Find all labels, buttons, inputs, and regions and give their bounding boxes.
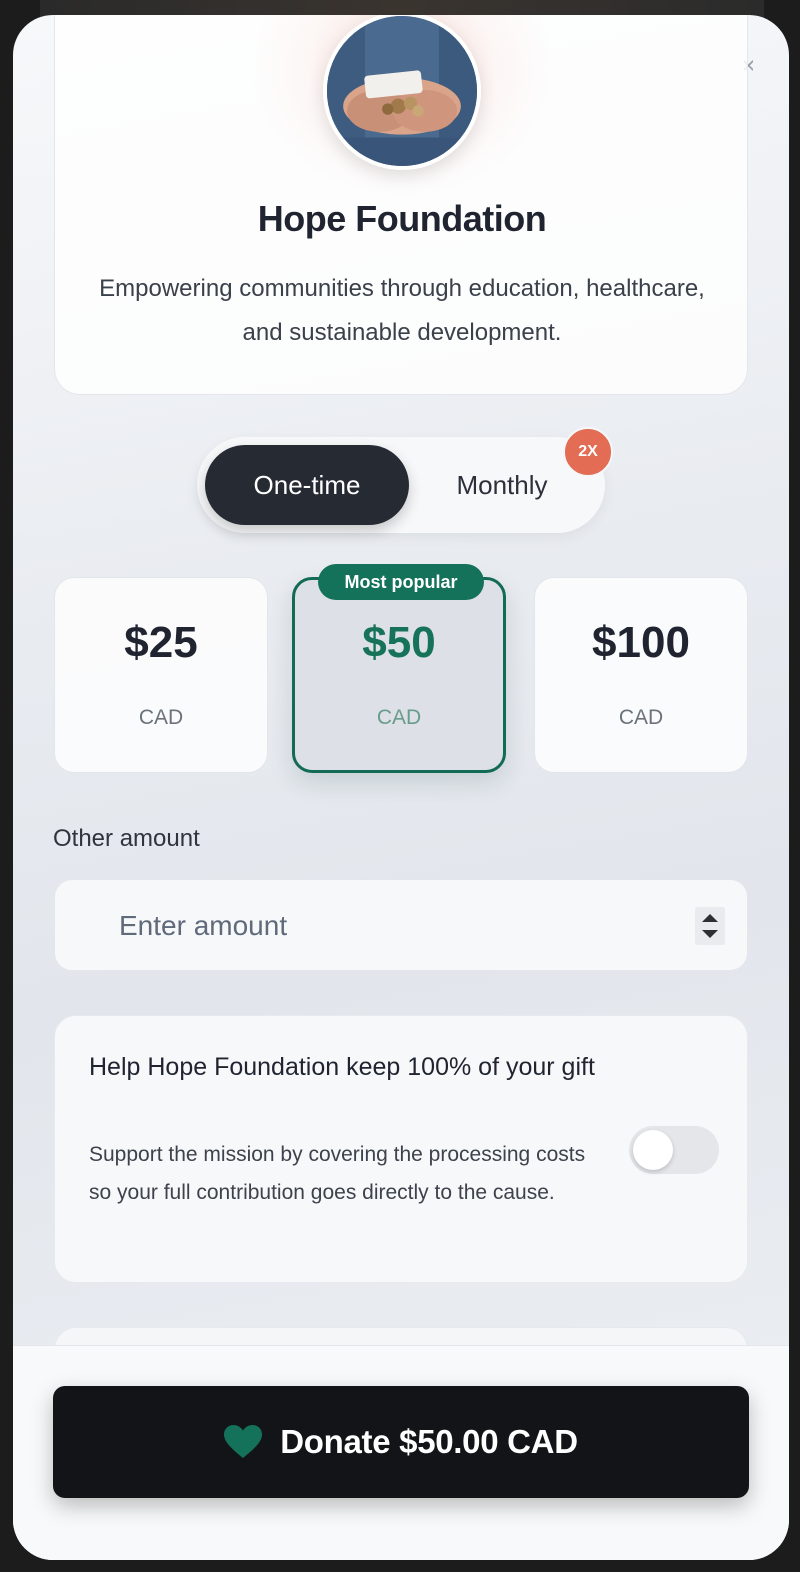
organization-avatar (323, 15, 481, 170)
other-amount-input[interactable] (119, 900, 679, 952)
amount-value: $100 (592, 618, 690, 667)
heart-icon (224, 1425, 263, 1458)
tab-one-time[interactable]: One-time (205, 445, 409, 525)
donation-modal: ✕ Hope Foundation Empowering communities… (13, 15, 789, 1560)
amount-currency: CAD (138, 706, 184, 729)
donate-footer: Donate $50.00 CAD (13, 1345, 789, 1560)
amount-value: $25 (124, 618, 198, 667)
stepper-up-icon[interactable] (702, 914, 718, 922)
organization-name: Hope Foundation (257, 198, 547, 239)
amount-option-25[interactable]: $25 CAD (54, 577, 268, 773)
cover-fees-description: Support the mission by covering the proc… (89, 1143, 586, 1204)
amount-value: $50 (362, 618, 436, 667)
organization-description: Empowering communities through education… (99, 275, 705, 346)
other-amount-label: Other amount (53, 825, 200, 852)
donate-button-label: Donate $50.00 CAD (280, 1423, 578, 1460)
frequency-toggle: One-time Monthly (197, 437, 605, 533)
cover-fees-toggle[interactable] (629, 1126, 719, 1174)
amount-option-50[interactable]: $50 CAD (292, 577, 506, 773)
toggle-knob (633, 1130, 673, 1170)
amount-stepper[interactable] (695, 907, 725, 945)
cover-fees-card: Help Hope Foundation keep 100% of your g… (54, 1015, 748, 1283)
most-popular-badge: Most popular (318, 564, 484, 600)
hands-holding-coins-image (327, 16, 477, 166)
amount-option-100[interactable]: $100 CAD (534, 577, 748, 773)
monthly-multiplier-badge: 2X (563, 427, 613, 477)
amount-currency: CAD (376, 706, 422, 729)
organization-card: Hope Foundation Empowering communities t… (54, 15, 748, 395)
donate-button[interactable]: Donate $50.00 CAD (53, 1386, 749, 1498)
stepper-down-icon[interactable] (702, 930, 718, 938)
amount-currency: CAD (618, 706, 664, 729)
other-amount-field (54, 879, 748, 971)
cover-fees-title: Help Hope Foundation keep 100% of your g… (89, 1053, 595, 1081)
